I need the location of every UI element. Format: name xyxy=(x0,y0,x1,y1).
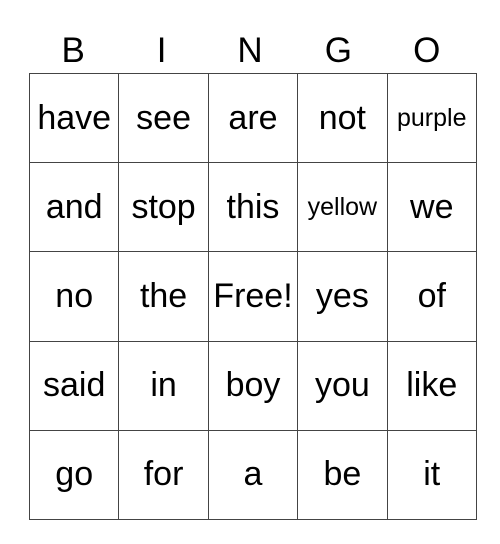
bingo-cell[interactable]: the xyxy=(118,251,209,342)
header-letter-o: O xyxy=(413,31,441,70)
bingo-cell[interactable]: are xyxy=(207,72,299,164)
grid-row: and stop this yellow we xyxy=(28,162,477,253)
bingo-cell[interactable]: purple xyxy=(386,72,477,164)
bingo-cell[interactable]: stop xyxy=(118,162,209,253)
free-space-cell[interactable]: Free! xyxy=(207,251,299,342)
bingo-cell[interactable]: we xyxy=(386,162,477,253)
grid-row: said in boy you like xyxy=(28,340,477,431)
header-letter-b: B xyxy=(61,31,85,70)
bingo-cell[interactable]: boy xyxy=(207,340,299,431)
bingo-cell[interactable]: it xyxy=(386,429,477,520)
bingo-cell[interactable]: you xyxy=(297,340,388,431)
header-letter-n: N xyxy=(237,31,263,70)
bingo-cell[interactable]: and xyxy=(28,162,120,253)
bingo-cell[interactable]: be xyxy=(297,429,388,520)
bingo-cell[interactable]: no xyxy=(28,251,120,342)
bingo-cell[interactable]: like xyxy=(386,340,477,431)
bingo-cell[interactable]: yellow xyxy=(297,162,388,253)
grid-row: go for a be it xyxy=(28,429,477,520)
grid-row: have see are not purple xyxy=(28,72,477,164)
bingo-cell[interactable]: this xyxy=(207,162,299,253)
bingo-cell[interactable]: yes xyxy=(297,251,388,342)
bingo-cell[interactable]: see xyxy=(118,72,209,164)
bingo-cell[interactable]: said xyxy=(28,340,120,431)
header-letter-i: I xyxy=(156,31,167,70)
bingo-cell[interactable]: for xyxy=(118,429,209,520)
bingo-cell[interactable]: not xyxy=(297,72,388,164)
header-letter-g: G xyxy=(324,31,352,70)
bingo-cell[interactable]: go xyxy=(28,429,120,520)
bingo-cell[interactable]: have xyxy=(28,72,120,164)
bingo-cell[interactable]: a xyxy=(207,429,299,520)
bingo-cell[interactable]: of xyxy=(386,251,477,342)
grid-row: no the Free! yes of xyxy=(28,251,477,342)
bingo-grid: have see are not purple and stop this yellow we no… xyxy=(28,72,477,520)
bingo-header: B I N G O xyxy=(29,30,471,72)
bingo-cell[interactable]: in xyxy=(118,340,209,431)
